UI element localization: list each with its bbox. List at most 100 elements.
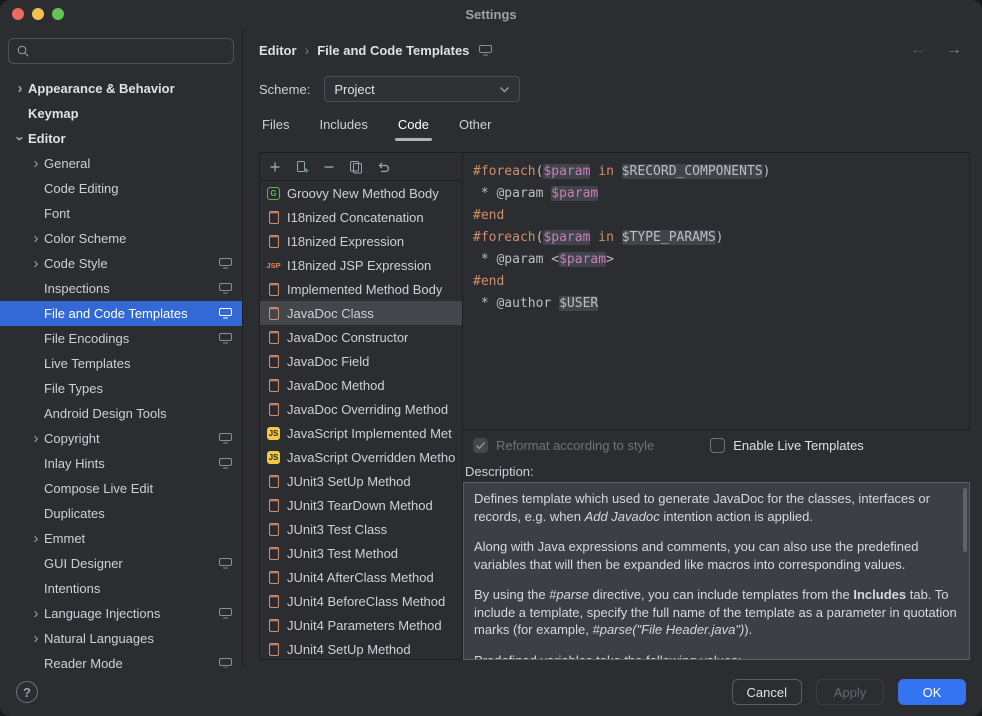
sidebar-item-color-scheme[interactable]: ›Color Scheme — [0, 226, 242, 251]
back-button[interactable]: ← — [910, 41, 926, 59]
template-file-icon — [265, 593, 282, 610]
help-button[interactable]: ? — [16, 681, 38, 703]
forward-button[interactable]: → — [946, 41, 962, 59]
settings-search[interactable] — [8, 38, 234, 64]
sidebar-item-label: Language Injections — [44, 606, 219, 621]
sidebar-item-copyright[interactable]: ›Copyright — [0, 426, 242, 451]
sidebar-item-file-encodings[interactable]: File Encodings — [0, 326, 242, 351]
ok-button[interactable]: OK — [898, 679, 966, 705]
sidebar-item-general[interactable]: ›General — [0, 151, 242, 176]
sidebar-item-editor[interactable]: ›Editor — [0, 126, 242, 151]
template-item-i18nized-concatenation[interactable]: I18nized Concatenation — [260, 205, 462, 229]
breadcrumb-editor[interactable]: Editor — [259, 43, 297, 58]
template-item-javascript-overridden-metho[interactable]: JSJavaScript Overridden Metho — [260, 445, 462, 469]
sidebar-item-reader-mode[interactable]: Reader Mode — [0, 651, 242, 668]
template-item-junit3-test-method[interactable]: JUnit3 Test Method — [260, 541, 462, 565]
sidebar-item-inlay-hints[interactable]: Inlay Hints — [0, 451, 242, 476]
template-item-groovy-new-method-body[interactable]: GGroovy New Method Body — [260, 181, 462, 205]
template-item-javadoc-method[interactable]: JavaDoc Method — [260, 373, 462, 397]
template-item-implemented-method-body[interactable]: Implemented Method Body — [260, 277, 462, 301]
chevron-right-icon[interactable]: › — [28, 156, 44, 171]
template-item-javadoc-constructor[interactable]: JavaDoc Constructor — [260, 325, 462, 349]
minimize-button[interactable] — [32, 8, 44, 20]
apply-button[interactable]: Apply — [816, 679, 884, 705]
chevron-right-icon[interactable]: › — [28, 631, 44, 646]
zoom-button[interactable] — [52, 8, 64, 20]
template-item-label: JUnit4 SetUp Method — [287, 642, 411, 657]
remove-template-button[interactable] — [319, 157, 339, 177]
template-item-junit4-setup-method[interactable]: JUnit4 SetUp Method — [260, 637, 462, 659]
sidebar-item-gui-designer[interactable]: GUI Designer — [0, 551, 242, 576]
monitor-icon — [219, 658, 232, 668]
chevron-right-icon[interactable]: › — [28, 431, 44, 446]
enable-live-templates-checkbox[interactable]: Enable Live Templates — [710, 438, 864, 453]
sidebar-item-emmet[interactable]: ›Emmet — [0, 526, 242, 551]
template-item-junit4-afterclass-method[interactable]: JUnit4 AfterClass Method — [260, 565, 462, 589]
template-item-junit4-parameters-method[interactable]: JUnit4 Parameters Method — [260, 613, 462, 637]
template-code-editor[interactable]: #foreach($param in $RECORD_COMPONENTS) *… — [463, 152, 970, 430]
window-title: Settings — [465, 7, 516, 22]
tab-other[interactable]: Other — [456, 106, 495, 142]
tab-includes[interactable]: Includes — [316, 106, 370, 142]
chevron-down-icon[interactable]: › — [13, 131, 28, 147]
sidebar-item-code-editing[interactable]: Code Editing — [0, 176, 242, 201]
reset-template-button[interactable] — [373, 157, 393, 177]
sidebar-item-compose-live-edit[interactable]: Compose Live Edit — [0, 476, 242, 501]
template-file-icon — [265, 497, 282, 514]
sidebar-item-file-types[interactable]: File Types — [0, 376, 242, 401]
sidebar-item-file-and-code-templates[interactable]: File and Code Templates — [0, 301, 242, 326]
scheme-select[interactable]: Project — [324, 76, 520, 102]
scrollbar-thumb[interactable] — [963, 488, 967, 552]
search-input[interactable] — [35, 43, 226, 60]
monitor-icon — [219, 433, 232, 444]
template-file-icon — [265, 401, 282, 418]
sidebar-item-android-design-tools[interactable]: Android Design Tools — [0, 401, 242, 426]
add-template-button[interactable] — [265, 157, 285, 177]
template-item-label: JUnit3 SetUp Method — [287, 474, 411, 489]
chevron-right-icon[interactable]: › — [12, 81, 28, 96]
sidebar-item-intentions[interactable]: Intentions — [0, 576, 242, 601]
sidebar-item-code-style[interactable]: ›Code Style — [0, 251, 242, 276]
sidebar-item-appearance-behavior[interactable]: ›Appearance & Behavior — [0, 76, 242, 101]
sidebar-item-label: Intentions — [44, 581, 232, 596]
template-item-javadoc-class[interactable]: JavaDoc Class — [260, 301, 462, 325]
template-item-label: JUnit3 TearDown Method — [287, 498, 433, 513]
tab-code[interactable]: Code — [395, 106, 432, 142]
sidebar-item-keymap[interactable]: Keymap — [0, 101, 242, 126]
template-item-i18nized-expression[interactable]: I18nized Expression — [260, 229, 462, 253]
template-item-junit4-beforeclass-method[interactable]: JUnit4 BeforeClass Method — [260, 589, 462, 613]
description-panel[interactable]: Defines template which used to generate … — [463, 482, 970, 660]
cancel-button[interactable]: Cancel — [732, 679, 802, 705]
template-item-junit3-test-class[interactable]: JUnit3 Test Class — [260, 517, 462, 541]
template-item-i18nized-jsp-expression[interactable]: JSPI18nized JSP Expression — [260, 253, 462, 277]
sidebar-item-inspections[interactable]: Inspections — [0, 276, 242, 301]
settings-tree: ›Appearance & BehaviorKeymap›Editor›Gene… — [0, 70, 242, 668]
sidebar-item-duplicates[interactable]: Duplicates — [0, 501, 242, 526]
copy-template-button[interactable] — [346, 157, 366, 177]
sidebar-item-language-injections[interactable]: ›Language Injections — [0, 601, 242, 626]
template-item-junit3-setup-method[interactable]: JUnit3 SetUp Method — [260, 469, 462, 493]
reformat-checkbox[interactable]: Reformat according to style — [473, 438, 654, 453]
chevron-right-icon[interactable]: › — [28, 531, 44, 546]
scheme-row: Scheme: Project — [259, 72, 970, 106]
template-item-javadoc-overriding-method[interactable]: JavaDoc Overriding Method — [260, 397, 462, 421]
template-item-javadoc-field[interactable]: JavaDoc Field — [260, 349, 462, 373]
traffic-lights — [12, 8, 64, 20]
sidebar-item-font[interactable]: Font — [0, 201, 242, 226]
sidebar-item-label: Code Editing — [44, 181, 232, 196]
close-button[interactable] — [12, 8, 24, 20]
chevron-right-icon[interactable]: › — [28, 256, 44, 271]
chevron-right-icon[interactable]: › — [28, 231, 44, 246]
template-item-junit3-teardown-method[interactable]: JUnit3 TearDown Method — [260, 493, 462, 517]
template-file-icon — [265, 305, 282, 322]
create-child-template-button[interactable] — [292, 157, 312, 177]
sidebar-item-label: Copyright — [44, 431, 219, 446]
chevron-right-icon[interactable]: › — [28, 606, 44, 621]
enable-live-templates-label: Enable Live Templates — [733, 438, 864, 453]
sidebar-item-natural-languages[interactable]: ›Natural Languages — [0, 626, 242, 651]
scheme-label: Scheme: — [259, 82, 310, 97]
monitor-icon — [219, 458, 232, 469]
tab-files[interactable]: Files — [259, 106, 292, 142]
sidebar-item-live-templates[interactable]: Live Templates — [0, 351, 242, 376]
template-item-javascript-implemented-met[interactable]: JSJavaScript Implemented Met — [260, 421, 462, 445]
